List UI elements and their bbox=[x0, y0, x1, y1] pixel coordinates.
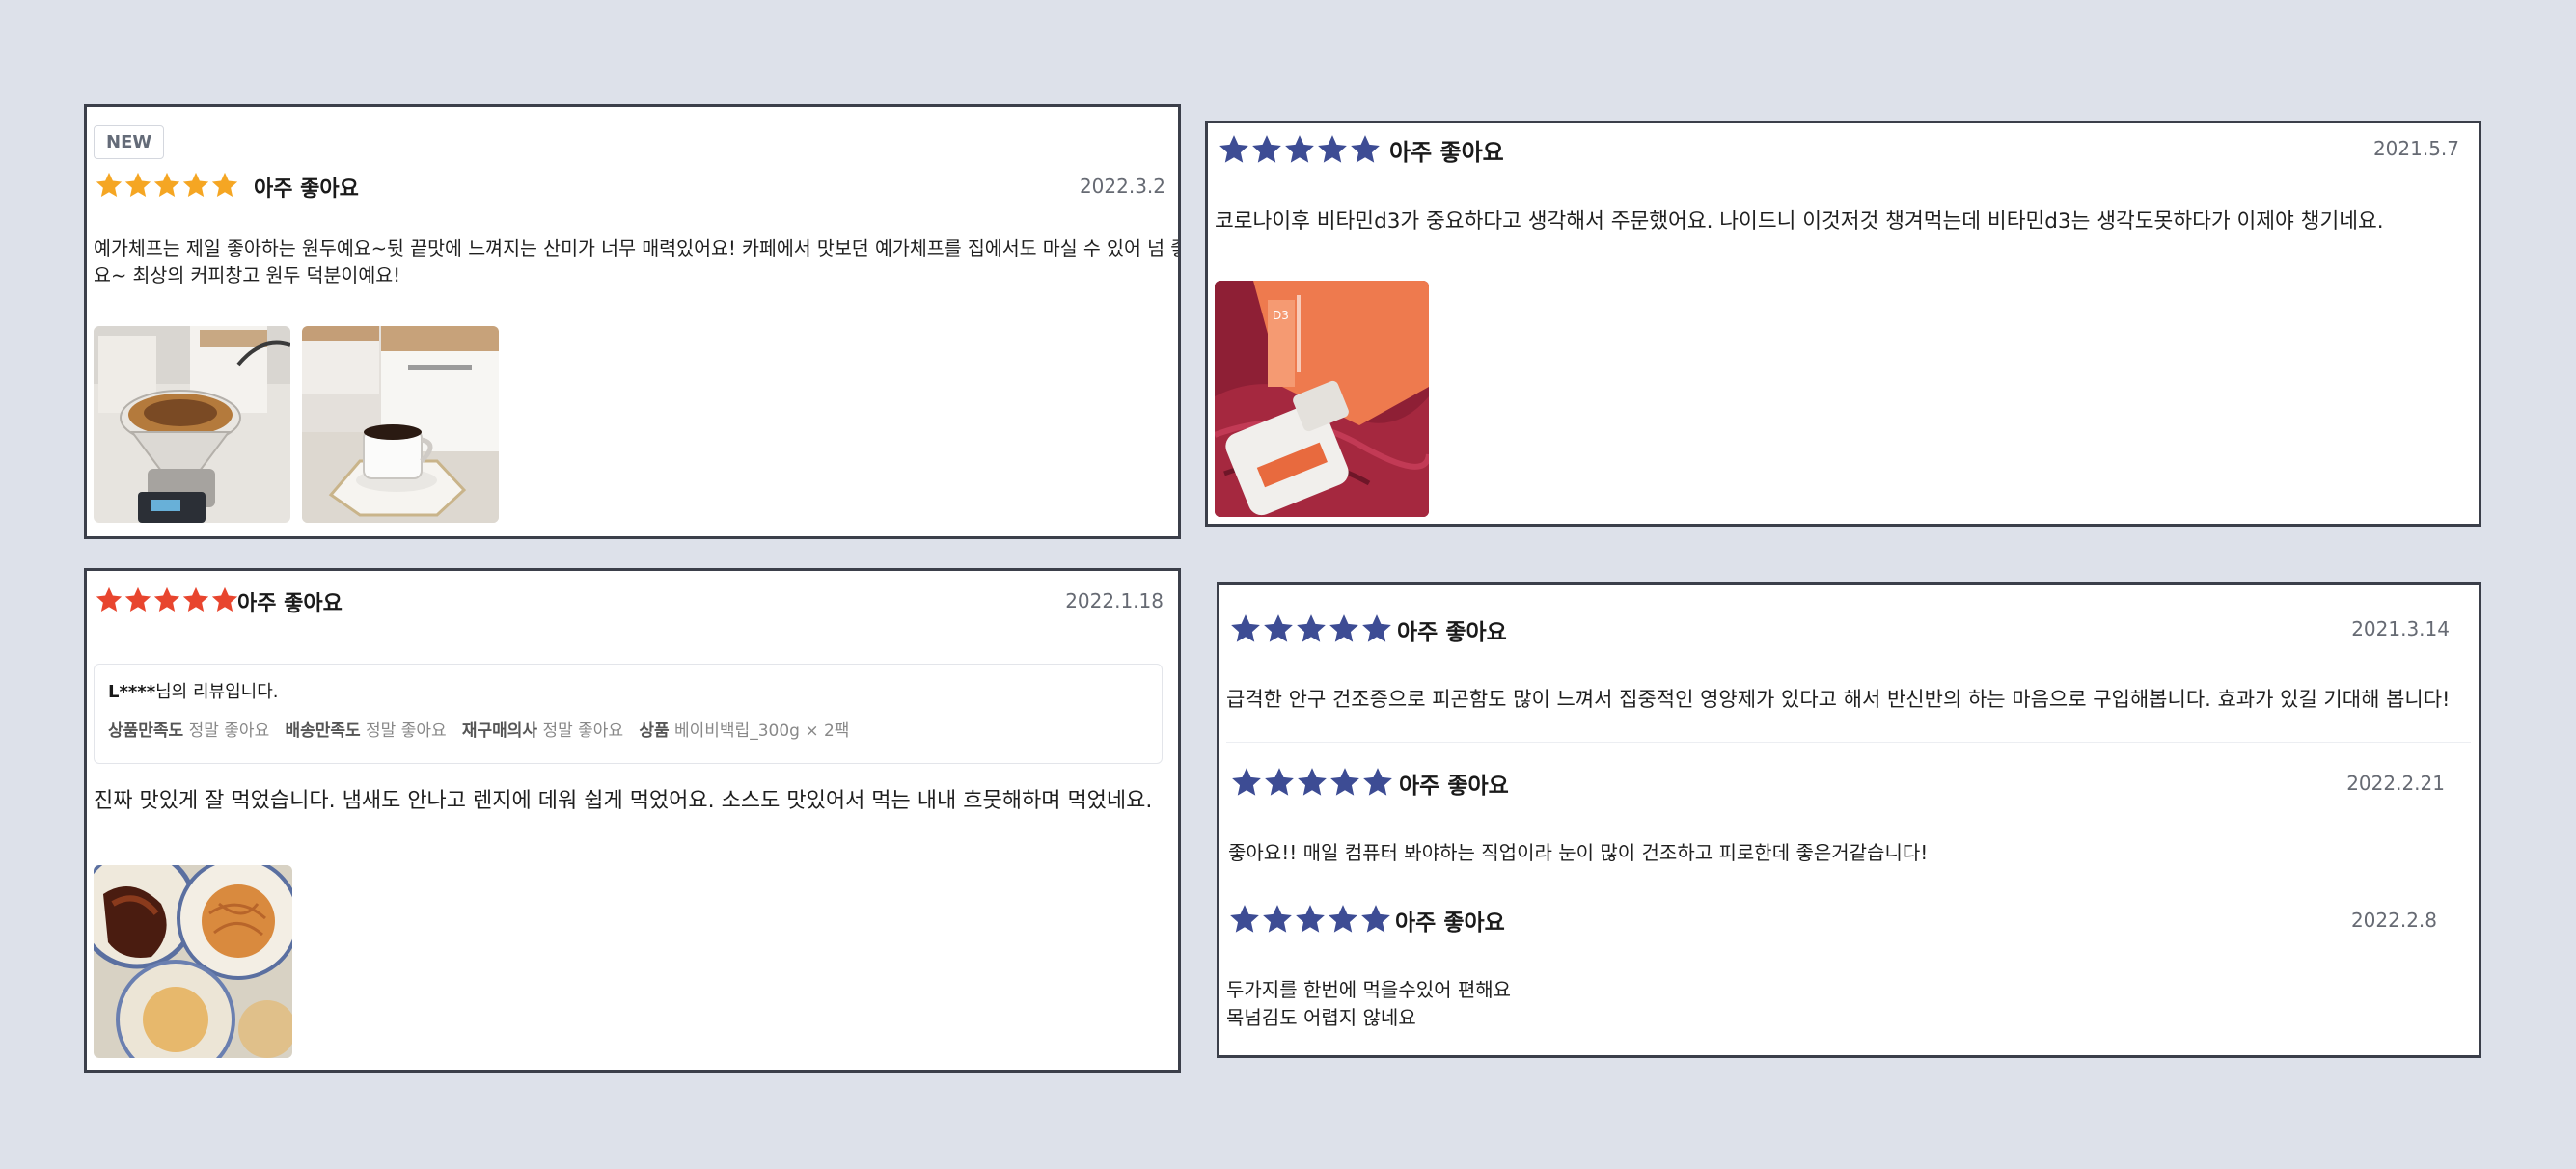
review-photo-coffee-dripper[interactable] bbox=[94, 326, 290, 523]
star-icon bbox=[1363, 768, 1392, 796]
review-card-1: NEW 아주 좋아요 2022.3.2 예가체프는 제일 좋아하는 원두예요~뒷… bbox=[84, 104, 1181, 539]
star-rating bbox=[1218, 133, 1382, 166]
review-text: 좋아요!! 매일 컴퓨터 봐야하는 직업이라 눈이 많이 건조하고 피로한데 좋… bbox=[1228, 841, 1929, 864]
star-icon bbox=[1329, 614, 1358, 642]
review-date: 2022.1.18 bbox=[1065, 589, 1164, 612]
detail-value-delivery: 정말 좋아요 bbox=[366, 721, 447, 741]
star-icon bbox=[153, 172, 180, 197]
star-icon bbox=[96, 172, 123, 197]
star-icon bbox=[153, 586, 180, 612]
star-icon bbox=[1297, 614, 1326, 642]
review-text-line-1: 예가체프는 제일 좋아하는 원두예요~뒷 끝맛에 느껴지는 산미가 너무 매력있… bbox=[94, 237, 1181, 259]
star-icon bbox=[1264, 614, 1293, 642]
detail-label-item: 상품 bbox=[639, 721, 670, 741]
review-details-box: L****님의 리뷰입니다. 상품만족도 정말 좋아요 배송만족도 정말 좋아요… bbox=[94, 664, 1163, 764]
review-photo-ribs-pasta[interactable] bbox=[94, 865, 292, 1058]
detail-label-delivery: 배송만족도 bbox=[285, 721, 361, 741]
star-icon bbox=[1298, 768, 1327, 796]
review-date: 2022.2.8 bbox=[2350, 909, 2437, 932]
star-icon bbox=[1362, 614, 1391, 642]
star-icon bbox=[1265, 768, 1294, 796]
star-icon bbox=[1219, 135, 1248, 163]
review-date: 2022.2.21 bbox=[2346, 772, 2445, 795]
review-card-3: 아주 좋아요 2022.1.18 L****님의 리뷰입니다. 상품만족도 정말… bbox=[84, 568, 1181, 1073]
star-icon bbox=[124, 586, 151, 612]
star-rating bbox=[1230, 766, 1394, 799]
review-text-line-2: 요~ 최상의 커피창고 원두 덕분이예요! bbox=[94, 264, 401, 286]
new-badge: NEW bbox=[94, 125, 165, 159]
star-icon bbox=[1231, 614, 1260, 642]
review-text: 급격한 안구 건조증으로 피곤함도 많이 느껴서 집중적인 영양제가 있다고 해… bbox=[1226, 688, 2451, 711]
star-icon bbox=[1263, 905, 1292, 933]
review-text-line-2: 목넘김도 어렵지 않네요 bbox=[1226, 1006, 1416, 1029]
star-icon bbox=[1296, 905, 1325, 933]
star-icon bbox=[124, 172, 151, 197]
detail-value-product: 정말 좋아요 bbox=[188, 721, 270, 741]
review-title: 아주 좋아요 bbox=[1395, 911, 1505, 936]
star-rating bbox=[1228, 903, 1392, 936]
reviewer-name: L**** bbox=[108, 682, 156, 702]
review-title: 아주 좋아요 bbox=[1397, 620, 1507, 645]
detail-value-item: 베이비백립_300g × 2팩 bbox=[674, 721, 850, 741]
star-icon bbox=[1252, 135, 1281, 163]
detail-label-product: 상품만족도 bbox=[108, 721, 184, 741]
review-title: 아주 좋아요 bbox=[237, 592, 343, 616]
star-icon bbox=[1285, 135, 1314, 163]
review-card-2: 아주 좋아요 2021.5.7 코로나이후 비타민d3가 중요하다고 생각해서 … bbox=[1205, 121, 2481, 527]
review-date: 2021.5.7 bbox=[2372, 137, 2459, 160]
review-title: 아주 좋아요 bbox=[1389, 139, 1504, 166]
review-photo-coffee-cup[interactable] bbox=[302, 326, 499, 523]
star-icon bbox=[182, 586, 209, 612]
star-icon bbox=[1351, 135, 1380, 163]
star-icon bbox=[96, 586, 123, 612]
star-icon bbox=[1232, 768, 1261, 796]
satisfaction-details: 상품만족도 정말 좋아요 배송만족도 정말 좋아요 재구매의사 정말 좋아요 상… bbox=[108, 717, 849, 741]
review-text: 진짜 맛있게 잘 먹었습니다. 냄새도 안나고 렌지에 데워 쉽게 먹었어요. … bbox=[94, 789, 1153, 813]
star-icon bbox=[1318, 135, 1347, 163]
star-rating bbox=[95, 585, 239, 614]
review-date: 2022.3.2 bbox=[1079, 175, 1165, 198]
review-photo-vitamin-box[interactable]: D3 bbox=[1215, 281, 1429, 517]
star-rating bbox=[95, 171, 239, 200]
star-rating bbox=[1229, 612, 1393, 645]
review-text-line-1: 두가지를 한번에 먹을수있어 편해요 bbox=[1226, 978, 1512, 1001]
star-icon bbox=[182, 172, 209, 197]
detail-value-repurchase: 정말 좋아요 bbox=[542, 721, 624, 741]
review-title: 아주 좋아요 bbox=[1399, 774, 1509, 799]
reviewer-suffix: 님의 리뷰입니다. bbox=[155, 682, 279, 702]
review-card-4: 아주 좋아요 2021.3.14 급격한 안구 건조증으로 피곤함도 많이 느껴… bbox=[1217, 582, 2481, 1058]
star-icon bbox=[1230, 905, 1259, 933]
svg-text:D3: D3 bbox=[1273, 309, 1289, 322]
star-icon bbox=[211, 172, 238, 197]
star-icon bbox=[211, 586, 238, 612]
reviewer-line: L****님의 리뷰입니다. bbox=[108, 678, 279, 703]
detail-label-repurchase: 재구매의사 bbox=[461, 721, 538, 741]
review-date: 2021.3.14 bbox=[2351, 617, 2450, 640]
review-divider bbox=[1226, 742, 2471, 743]
review-text: 코로나이후 비타민d3가 중요하다고 생각해서 주문했어요. 나이드니 이것저것… bbox=[1215, 209, 2384, 233]
star-icon bbox=[1329, 905, 1357, 933]
review-title: 아주 좋아요 bbox=[254, 177, 359, 202]
star-icon bbox=[1330, 768, 1359, 796]
star-icon bbox=[1361, 905, 1390, 933]
